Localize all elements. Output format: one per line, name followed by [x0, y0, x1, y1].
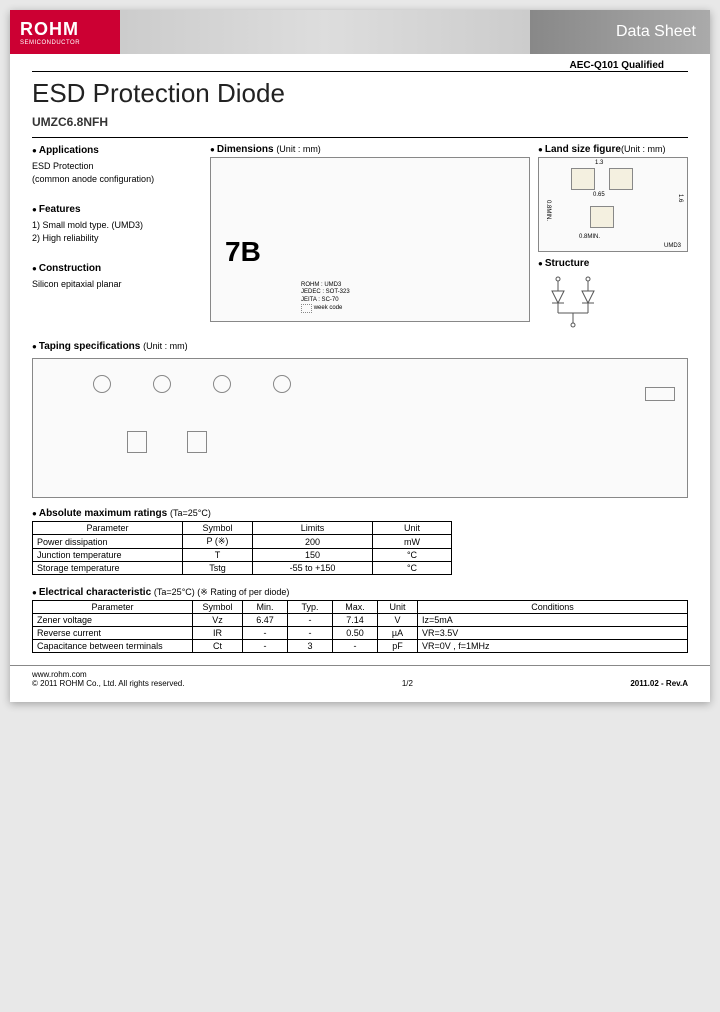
abs-max-heading: Absolute maximum ratings (Ta=25°C) — [10, 508, 710, 519]
tape-pocket — [127, 431, 147, 453]
logo-text: ROHM — [20, 19, 120, 40]
table-row: Junction temperatureT150°C — [33, 549, 452, 562]
taping-drawing — [32, 358, 688, 498]
applications-text: ESD Protection — [32, 160, 202, 173]
part-number: UMZC6.8NFH — [32, 115, 688, 129]
land-pad — [571, 168, 595, 190]
top-columns: Applications ESD Protection (common anod… — [10, 144, 710, 333]
construction-block: Construction Silicon epitaxial planar — [32, 262, 202, 291]
tape-hole — [213, 375, 231, 393]
tape-hole — [153, 375, 171, 393]
elec-table: Parameter Symbol Min. Typ. Max. Unit Con… — [32, 600, 688, 653]
dimensions-drawing: 7B ROHM : UMD3 JEDEC : SOT-323 JEITA : S… — [210, 157, 530, 322]
feature-item: 2) High reliability — [32, 232, 202, 245]
tape-hole — [273, 375, 291, 393]
title-block: ESD Protection Diode UMZC6.8NFH — [10, 72, 710, 131]
diode-schematic-icon — [538, 273, 608, 328]
tape-pocket — [187, 431, 207, 453]
footer-page: 1/2 — [402, 679, 413, 688]
logo-subtext: SEMICONDUCTOR — [20, 40, 120, 46]
page-title: ESD Protection Diode — [32, 78, 688, 109]
dimensions-column: Dimensions (Unit : mm) 7B ROHM : UMD3 JE… — [210, 144, 530, 333]
features-block: Features 1) Small mold type. (UMD3) 2) H… — [32, 203, 202, 244]
header-gradient — [120, 10, 530, 54]
taping-heading: Taping specifications (Unit : mm) — [10, 341, 710, 352]
land-figure: 1.3 0.65 1.6 0.8MIN. 0.8MIN. UMD3 — [538, 157, 688, 252]
footer-rev: 2011.02 - Rev.A — [630, 679, 688, 688]
marking-code: 7B — [225, 236, 261, 268]
applications-block: Applications ESD Protection (common anod… — [32, 144, 202, 185]
features-heading: Features — [32, 203, 202, 217]
footer-url: www.rohm.com — [32, 670, 184, 679]
table-row: Capacitance between terminalsCt-3-pFVR=0… — [33, 640, 688, 653]
table-header-row: Parameter Symbol Limits Unit — [33, 522, 452, 535]
structure-heading: Structure — [538, 258, 688, 269]
elec-heading: Electrical characteristic (Ta=25°C) (※ R… — [10, 587, 710, 598]
table-row: Zener voltageVz6.47-7.14VIz=5mA — [33, 614, 688, 627]
tape-hole — [93, 375, 111, 393]
divider — [32, 137, 688, 138]
datasheet-page: ROHM SEMICONDUCTOR Data Sheet AEC-Q101 Q… — [10, 10, 710, 702]
land-pad — [609, 168, 633, 190]
structure-diagram — [538, 273, 688, 333]
header: ROHM SEMICONDUCTOR Data Sheet — [10, 10, 710, 54]
footer-left: www.rohm.com © 2011 ROHM Co., Ltd. All r… — [32, 670, 184, 688]
package-codes: ROHM : UMD3 JEDEC : SOT-323 JEITA : SC-7… — [301, 282, 350, 313]
dimensions-heading: Dimensions (Unit : mm) — [210, 144, 530, 155]
abs-max-table: Parameter Symbol Limits Unit Power dissi… — [32, 521, 452, 575]
table-header-row: Parameter Symbol Min. Typ. Max. Unit Con… — [33, 601, 688, 614]
feature-item: 1) Small mold type. (UMD3) — [32, 219, 202, 232]
construction-text: Silicon epitaxial planar — [32, 278, 202, 291]
qualification-label: AEC-Q101 Qualified — [32, 54, 688, 72]
footer: www.rohm.com © 2011 ROHM Co., Ltd. All r… — [10, 665, 710, 702]
land-pad — [590, 206, 614, 228]
table-row: Power dissipationP (※)200mW — [33, 535, 452, 549]
table-row: Reverse currentIR--0.50µAVR=3.5V — [33, 627, 688, 640]
footer-copyright: © 2011 ROHM Co., Ltd. All rights reserve… — [32, 679, 184, 688]
right-column: Land size figure(Unit : mm) 1.3 0.65 1.6… — [538, 144, 688, 333]
left-column: Applications ESD Protection (common anod… — [32, 144, 202, 333]
rohm-logo: ROHM SEMICONDUCTOR — [10, 10, 120, 54]
construction-heading: Construction — [32, 262, 202, 276]
table-row: Storage temperatureTstg-55 to +150°C — [33, 562, 452, 575]
doc-type-label: Data Sheet — [530, 10, 710, 54]
applications-heading: Applications — [32, 144, 202, 158]
applications-subtext: (common anode configuration) — [32, 173, 202, 186]
tape-side-view — [645, 379, 681, 401]
land-heading: Land size figure(Unit : mm) — [538, 144, 688, 155]
